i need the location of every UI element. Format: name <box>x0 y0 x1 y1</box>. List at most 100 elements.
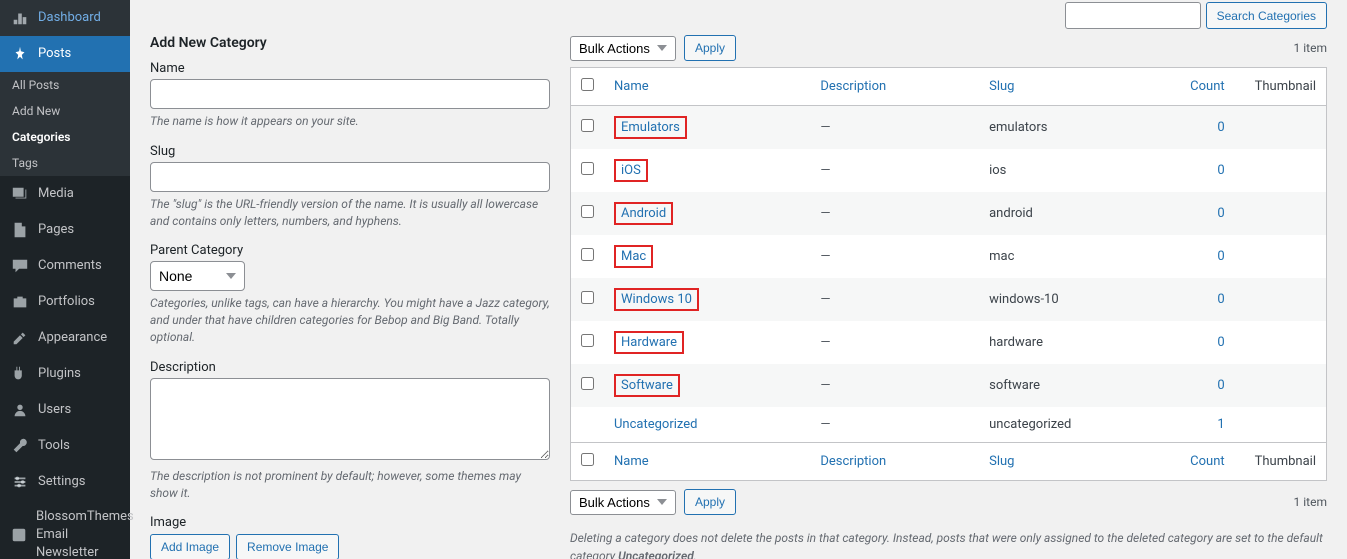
sidebar-item-pages[interactable]: Pages <box>0 212 130 248</box>
row-description: — <box>810 278 979 321</box>
slug-input[interactable] <box>150 162 550 192</box>
category-link[interactable]: Windows 10 <box>614 288 699 311</box>
appearance-icon <box>10 328 30 348</box>
col-description-foot[interactable]: Description <box>810 443 979 481</box>
row-description: — <box>810 149 979 192</box>
submenu-posts: All PostsAdd NewCategoriesTags <box>0 72 130 176</box>
sidebar-item-label: Users <box>38 401 71 419</box>
col-count[interactable]: Count <box>1180 68 1244 106</box>
row-checkbox[interactable] <box>581 291 594 304</box>
row-slug: hardware <box>979 321 1180 364</box>
submenu-item-tags[interactable]: Tags <box>0 150 130 176</box>
row-checkbox[interactable] <box>581 377 594 390</box>
category-list-column: Bulk Actions Apply 1 item Name Descripti… <box>570 35 1327 559</box>
sidebar-item-label: Portfolios <box>38 293 95 311</box>
row-slug: emulators <box>979 106 1180 150</box>
col-thumbnail-foot: Thumbnail <box>1245 443 1327 481</box>
bulk-actions-select-top[interactable]: Bulk Actions <box>570 36 676 61</box>
search-button[interactable]: Search Categories <box>1206 2 1327 29</box>
col-slug[interactable]: Slug <box>979 68 1180 106</box>
sidebar-item-portfolios[interactable]: Portfolios <box>0 284 130 320</box>
apply-button-top[interactable]: Apply <box>684 35 736 61</box>
col-name-foot[interactable]: Name <box>604 443 810 481</box>
sidebar-item-label: Comments <box>38 257 102 275</box>
search-form: Search Categories <box>1065 2 1327 29</box>
bulk-actions-select-bottom[interactable]: Bulk Actions <box>570 490 676 515</box>
sidebar-item-blossom-email[interactable]: BlossomThemes Email Newsletter <box>0 500 130 559</box>
row-thumbnail <box>1245 235 1327 278</box>
col-description[interactable]: Description <box>810 68 979 106</box>
sidebar-item-comments[interactable]: Comments <box>0 248 130 284</box>
table-row: Windows 10—windows-100 <box>571 278 1327 321</box>
category-link[interactable]: Hardware <box>614 331 684 354</box>
users-icon <box>10 400 30 420</box>
select-all-bottom[interactable] <box>581 453 594 466</box>
row-count-link[interactable]: 0 <box>1217 163 1224 178</box>
row-count-link[interactable]: 0 <box>1217 249 1224 264</box>
submenu-item-all-posts[interactable]: All Posts <box>0 72 130 98</box>
row-checkbox[interactable] <box>581 248 594 261</box>
row-description: — <box>810 321 979 364</box>
description-textarea[interactable] <box>150 378 550 460</box>
name-input[interactable] <box>150 79 550 109</box>
submenu-item-add-new[interactable]: Add New <box>0 98 130 124</box>
dashboard-icon <box>10 8 30 28</box>
category-link[interactable]: iOS <box>614 159 648 182</box>
pin-icon <box>10 44 30 64</box>
col-name[interactable]: Name <box>604 68 810 106</box>
category-link[interactable]: Android <box>614 202 673 225</box>
sidebar-item-settings[interactable]: Settings <box>0 464 130 500</box>
sidebar-item-posts[interactable]: Posts <box>0 36 130 72</box>
sidebar-item-dashboard[interactable]: Dashboard <box>0 0 130 36</box>
sidebar-item-tools[interactable]: Tools <box>0 428 130 464</box>
sidebar-item-plugins[interactable]: Plugins <box>0 356 130 392</box>
generic-icon <box>10 525 28 545</box>
portfolio-icon <box>10 292 30 312</box>
table-row: Android—android0 <box>571 192 1327 235</box>
category-link[interactable]: Uncategorized <box>614 417 697 432</box>
row-count-link[interactable]: 0 <box>1217 120 1224 135</box>
row-checkbox[interactable] <box>581 334 594 347</box>
search-input[interactable] <box>1065 2 1201 29</box>
row-thumbnail <box>1245 106 1327 150</box>
form-heading: Add New Category <box>150 35 550 51</box>
category-link[interactable]: Emulators <box>614 116 687 139</box>
sidebar-item-label: Dashboard <box>38 9 101 27</box>
sidebar-item-label: Posts <box>38 45 71 63</box>
row-count-link[interactable]: 1 <box>1217 417 1224 432</box>
row-checkbox[interactable] <box>581 162 594 175</box>
sidebar-item-label: BlossomThemes Email Newsletter <box>36 508 134 559</box>
sidebar-item-users[interactable]: Users <box>0 392 130 428</box>
row-count-link[interactable]: 0 <box>1217 378 1224 393</box>
add-image-button[interactable]: Add Image <box>150 534 230 559</box>
parent-select[interactable]: None <box>150 261 245 291</box>
row-checkbox[interactable] <box>581 205 594 218</box>
sidebar-item-media[interactable]: Media <box>0 176 130 212</box>
row-count-link[interactable]: 0 <box>1217 335 1224 350</box>
row-description: — <box>810 407 979 443</box>
row-checkbox[interactable] <box>581 119 594 132</box>
select-all-top[interactable] <box>581 78 594 91</box>
row-count-link[interactable]: 0 <box>1217 292 1224 307</box>
row-thumbnail <box>1245 149 1327 192</box>
remove-image-button[interactable]: Remove Image <box>236 534 339 559</box>
table-row: iOS—ios0 <box>571 149 1327 192</box>
col-count-foot[interactable]: Count <box>1180 443 1244 481</box>
row-count-link[interactable]: 0 <box>1217 206 1224 221</box>
item-count-top: 1 item <box>1294 41 1327 55</box>
sidebar-item-appearance[interactable]: Appearance <box>0 320 130 356</box>
row-slug: uncategorized <box>979 407 1180 443</box>
parent-help: Categories, unlike tags, can have a hier… <box>150 295 550 345</box>
submenu-item-categories[interactable]: Categories <box>0 124 130 150</box>
sidebar-item-label: Appearance <box>38 329 107 347</box>
col-slug-foot[interactable]: Slug <box>979 443 1180 481</box>
sidebar-item-label: Tools <box>38 437 70 455</box>
name-label: Name <box>150 61 550 76</box>
category-link[interactable]: Software <box>614 374 680 397</box>
tablenav-top: Bulk Actions Apply 1 item <box>570 35 1327 61</box>
apply-button-bottom[interactable]: Apply <box>684 489 736 515</box>
row-description: — <box>810 364 979 407</box>
table-row: Software—software0 <box>571 364 1327 407</box>
table-row: Emulators—emulators0 <box>571 106 1327 150</box>
category-link[interactable]: Mac <box>614 245 653 268</box>
